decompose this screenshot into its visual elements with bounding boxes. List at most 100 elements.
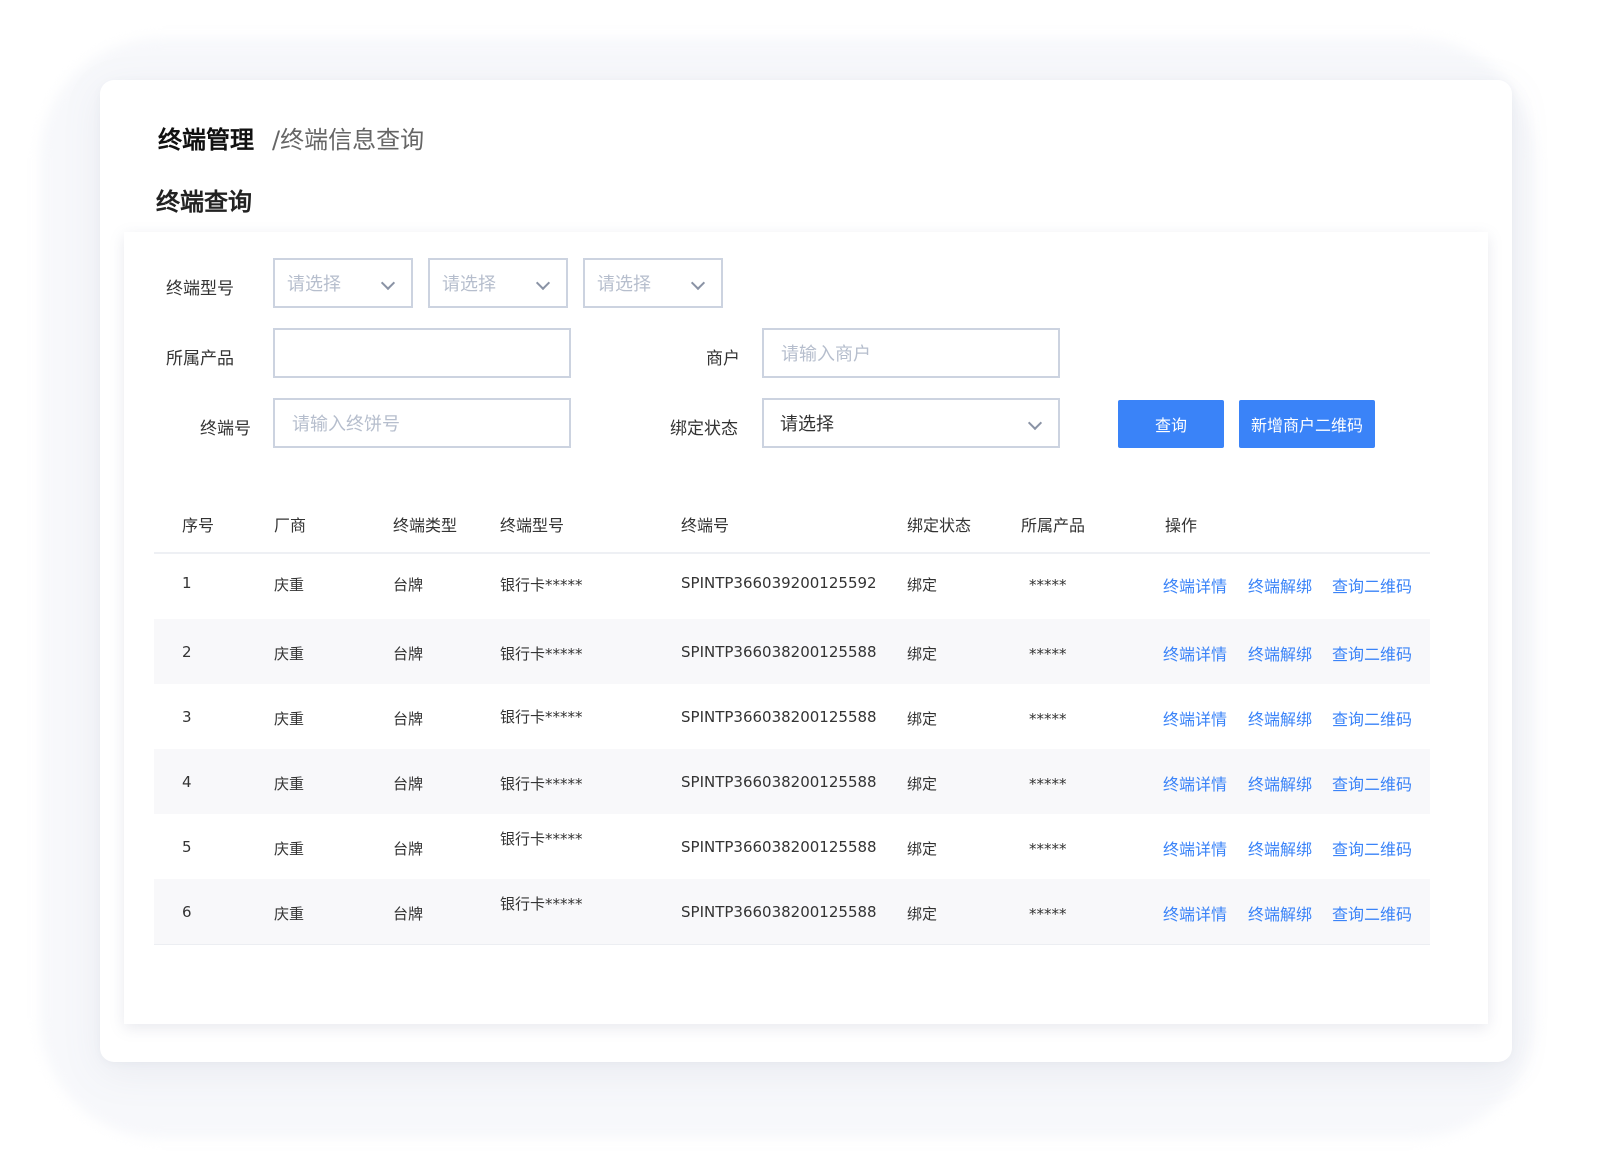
cell-no: 2 xyxy=(182,643,192,661)
query-qr-link[interactable]: 查询二维码 xyxy=(1332,641,1412,665)
query-qr-link[interactable]: 查询二维码 xyxy=(1332,771,1412,795)
terminal-table: 序号 厂商 终端类型 终端型号 终端号 绑定状态 所属产品 操作 1 庆重 台牌… xyxy=(154,494,1430,945)
query-qr-link[interactable]: 查询二维码 xyxy=(1332,901,1412,925)
product-label: 所属产品 xyxy=(166,349,234,369)
select-placeholder: 请选择 xyxy=(442,274,496,295)
merchant-input[interactable]: 请输入商户 xyxy=(762,328,1060,378)
breadcrumb-current: /终端信息查询 xyxy=(272,126,425,154)
terminal-detail-link[interactable]: 终端详情 xyxy=(1163,771,1227,795)
cell-vendor: 庆重 xyxy=(274,775,305,793)
select-placeholder: 请选择 xyxy=(597,274,651,295)
cell-no: 5 xyxy=(182,838,192,856)
cell-type: 台牌 xyxy=(393,840,424,858)
col-no: 序号 xyxy=(182,516,215,535)
cell-terminal-no: SPINTP366038200125588 xyxy=(681,838,877,856)
query-qr-link[interactable]: 查询二维码 xyxy=(1332,706,1412,730)
cell-no: 3 xyxy=(182,708,192,726)
cell-product: ***** xyxy=(1029,905,1067,923)
terminal-no-placeholder: 请输入终饼号 xyxy=(292,414,400,435)
cell-terminal-no: SPINTP366039200125592 xyxy=(681,574,877,592)
terminal-detail-link[interactable]: 终端详情 xyxy=(1163,706,1227,730)
terminal-detail-link[interactable]: 终端详情 xyxy=(1163,641,1227,665)
cell-vendor: 庆重 xyxy=(274,905,305,923)
col-model: 终端型号 xyxy=(500,516,565,535)
cell-model: 银行卡***** xyxy=(500,830,583,848)
cell-no: 4 xyxy=(182,773,192,791)
cell-no: 6 xyxy=(182,903,192,921)
cell-model: 银行卡***** xyxy=(500,775,583,793)
terminal-unbind-link[interactable]: 终端解绑 xyxy=(1248,836,1312,860)
terminal-unbind-link[interactable]: 终端解绑 xyxy=(1248,901,1312,925)
terminal-model-select-3[interactable]: 请选择 xyxy=(583,258,723,308)
col-terminal-no: 终端号 xyxy=(681,516,730,535)
cell-product: ***** xyxy=(1029,775,1067,793)
add-merchant-qr-button[interactable]: 新增商户二维码 xyxy=(1239,400,1375,448)
table-header: 序号 厂商 终端类型 终端型号 终端号 绑定状态 所属产品 操作 xyxy=(154,494,1430,554)
query-card: 终端型号 请选择 请选择 请选择 所属产品 商户 请输入商户 终端号 请输入终饼… xyxy=(124,232,1488,1024)
cell-type: 台牌 xyxy=(393,775,424,793)
query-qr-link[interactable]: 查询二维码 xyxy=(1332,573,1412,597)
cell-terminal-no: SPINTP366038200125588 xyxy=(681,643,877,661)
table-row: 1 庆重 台牌 银行卡***** SPINTP366039200125592 绑… xyxy=(154,554,1430,619)
terminal-model-select-2[interactable]: 请选择 xyxy=(428,258,568,308)
cell-type: 台牌 xyxy=(393,576,424,594)
cell-terminal-no: SPINTP366038200125588 xyxy=(681,773,877,791)
bind-status-label: 绑定状态 xyxy=(670,419,738,439)
cell-model: 银行卡***** xyxy=(500,645,583,663)
terminal-model-select-1[interactable]: 请选择 xyxy=(273,258,413,308)
chevron-down-icon xyxy=(380,275,396,291)
terminal-no-label: 终端号 xyxy=(200,419,251,439)
merchant-label: 商户 xyxy=(706,349,740,369)
cell-status: 绑定 xyxy=(907,710,938,728)
terminal-detail-link[interactable]: 终端详情 xyxy=(1163,573,1227,597)
cell-product: ***** xyxy=(1029,710,1067,728)
col-vendor: 厂商 xyxy=(274,516,307,535)
chevron-down-icon xyxy=(690,275,706,291)
query-qr-link[interactable]: 查询二维码 xyxy=(1332,836,1412,860)
cell-product: ***** xyxy=(1029,840,1067,858)
cell-product: ***** xyxy=(1029,576,1067,594)
table-row: 4 庆重 台牌 银行卡***** SPINTP366038200125588 绑… xyxy=(154,749,1430,814)
cell-type: 台牌 xyxy=(393,710,424,728)
terminal-unbind-link[interactable]: 终端解绑 xyxy=(1248,706,1312,730)
cell-status: 绑定 xyxy=(907,840,938,858)
terminal-detail-link[interactable]: 终端详情 xyxy=(1163,836,1227,860)
merchant-placeholder: 请输入商户 xyxy=(781,344,871,365)
cell-model: 银行卡***** xyxy=(500,708,583,726)
terminal-model-label: 终端型号 xyxy=(166,279,234,299)
cell-type: 台牌 xyxy=(393,645,424,663)
table-row: 6 庆重 台牌 银行卡***** SPINTP366038200125588 绑… xyxy=(154,879,1430,945)
terminal-unbind-link[interactable]: 终端解绑 xyxy=(1248,771,1312,795)
breadcrumb-root[interactable]: 终端管理 xyxy=(158,126,254,154)
cell-no: 1 xyxy=(182,574,192,592)
table-row: 5 庆重 台牌 银行卡***** SPINTP366038200125588 绑… xyxy=(154,814,1430,879)
cell-vendor: 庆重 xyxy=(274,840,305,858)
cell-terminal-no: SPINTP366038200125588 xyxy=(681,708,877,726)
col-type: 终端类型 xyxy=(393,516,458,535)
cell-model: 银行卡***** xyxy=(500,576,583,594)
terminal-detail-link[interactable]: 终端详情 xyxy=(1163,901,1227,925)
product-input[interactable] xyxy=(273,328,571,378)
cell-vendor: 庆重 xyxy=(274,710,305,728)
cell-type: 台牌 xyxy=(393,905,424,923)
page-title: 终端查询 xyxy=(156,188,252,216)
cell-product: ***** xyxy=(1029,645,1067,663)
table-row: 2 庆重 台牌 银行卡***** SPINTP366038200125588 绑… xyxy=(154,619,1430,684)
cell-model: 银行卡***** xyxy=(500,895,583,913)
query-button[interactable]: 查询 xyxy=(1118,400,1224,448)
cell-vendor: 庆重 xyxy=(274,576,305,594)
terminal-unbind-link[interactable]: 终端解绑 xyxy=(1248,641,1312,665)
col-status: 绑定状态 xyxy=(907,516,972,535)
app-window: 终端管理/终端信息查询 终端查询 终端型号 请选择 请选择 请选择 所属产品 商… xyxy=(100,80,1512,1062)
terminal-unbind-link[interactable]: 终端解绑 xyxy=(1248,573,1312,597)
col-actions: 操作 xyxy=(1165,516,1198,535)
cell-status: 绑定 xyxy=(907,645,938,663)
chevron-down-icon xyxy=(535,275,551,291)
col-product: 所属产品 xyxy=(1021,516,1086,535)
table-row: 3 庆重 台牌 银行卡***** SPINTP366038200125588 绑… xyxy=(154,684,1430,749)
cell-status: 绑定 xyxy=(907,905,938,923)
cell-vendor: 庆重 xyxy=(274,645,305,663)
cell-terminal-no: SPINTP366038200125588 xyxy=(681,903,877,921)
bind-status-select[interactable]: 请选择 xyxy=(762,398,1060,448)
terminal-no-input[interactable]: 请输入终饼号 xyxy=(273,398,571,448)
